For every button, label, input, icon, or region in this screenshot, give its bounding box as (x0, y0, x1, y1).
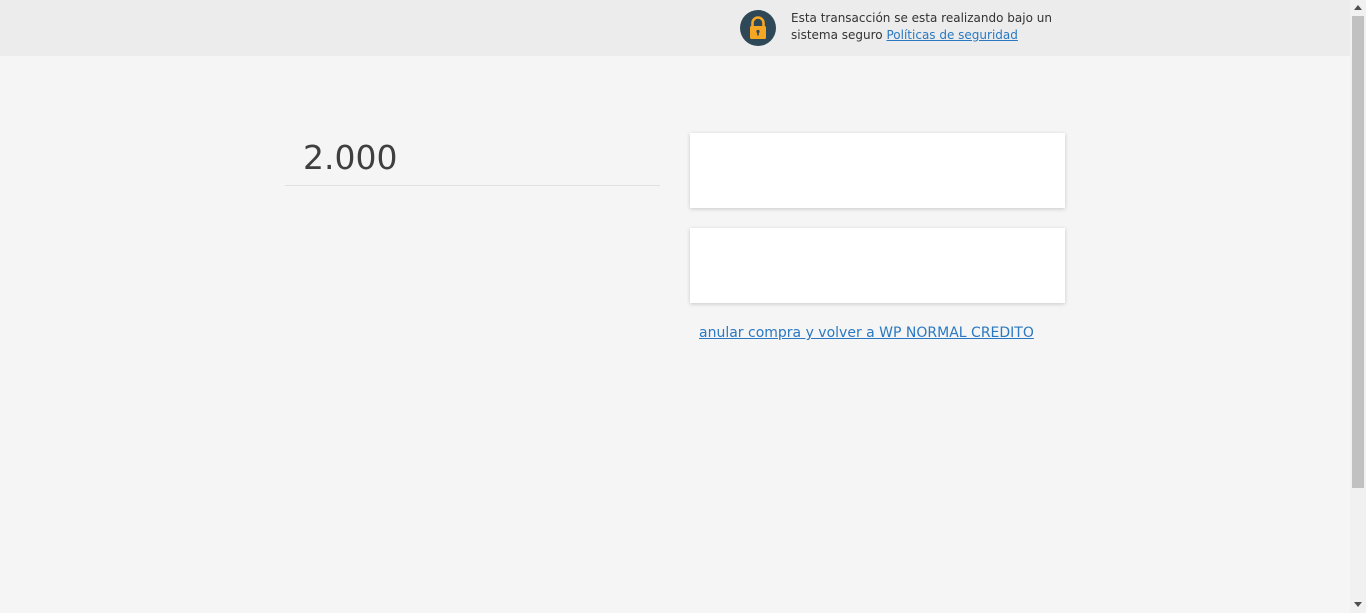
scroll-up-arrow-icon[interactable] (1354, 5, 1362, 10)
cancel-purchase-link[interactable]: anular compra y volver a WP NORMAL CREDI… (699, 323, 1034, 343)
scroll-down-arrow-icon[interactable] (1354, 602, 1362, 607)
security-policy-link[interactable]: Políticas de seguridad (886, 28, 1017, 42)
amount-divider (285, 185, 660, 186)
lock-icon (740, 10, 776, 46)
scrollbar-thumb[interactable] (1352, 16, 1364, 488)
transaction-amount: 2.000 (303, 138, 398, 177)
payment-option-card-1[interactable] (690, 133, 1065, 208)
vertical-scrollbar[interactable] (1350, 0, 1366, 613)
payment-option-card-2[interactable] (690, 228, 1065, 303)
security-message: Esta transacción se esta realizando bajo… (791, 10, 1061, 44)
security-header: Esta transacción se esta realizando bajo… (0, 0, 1350, 56)
